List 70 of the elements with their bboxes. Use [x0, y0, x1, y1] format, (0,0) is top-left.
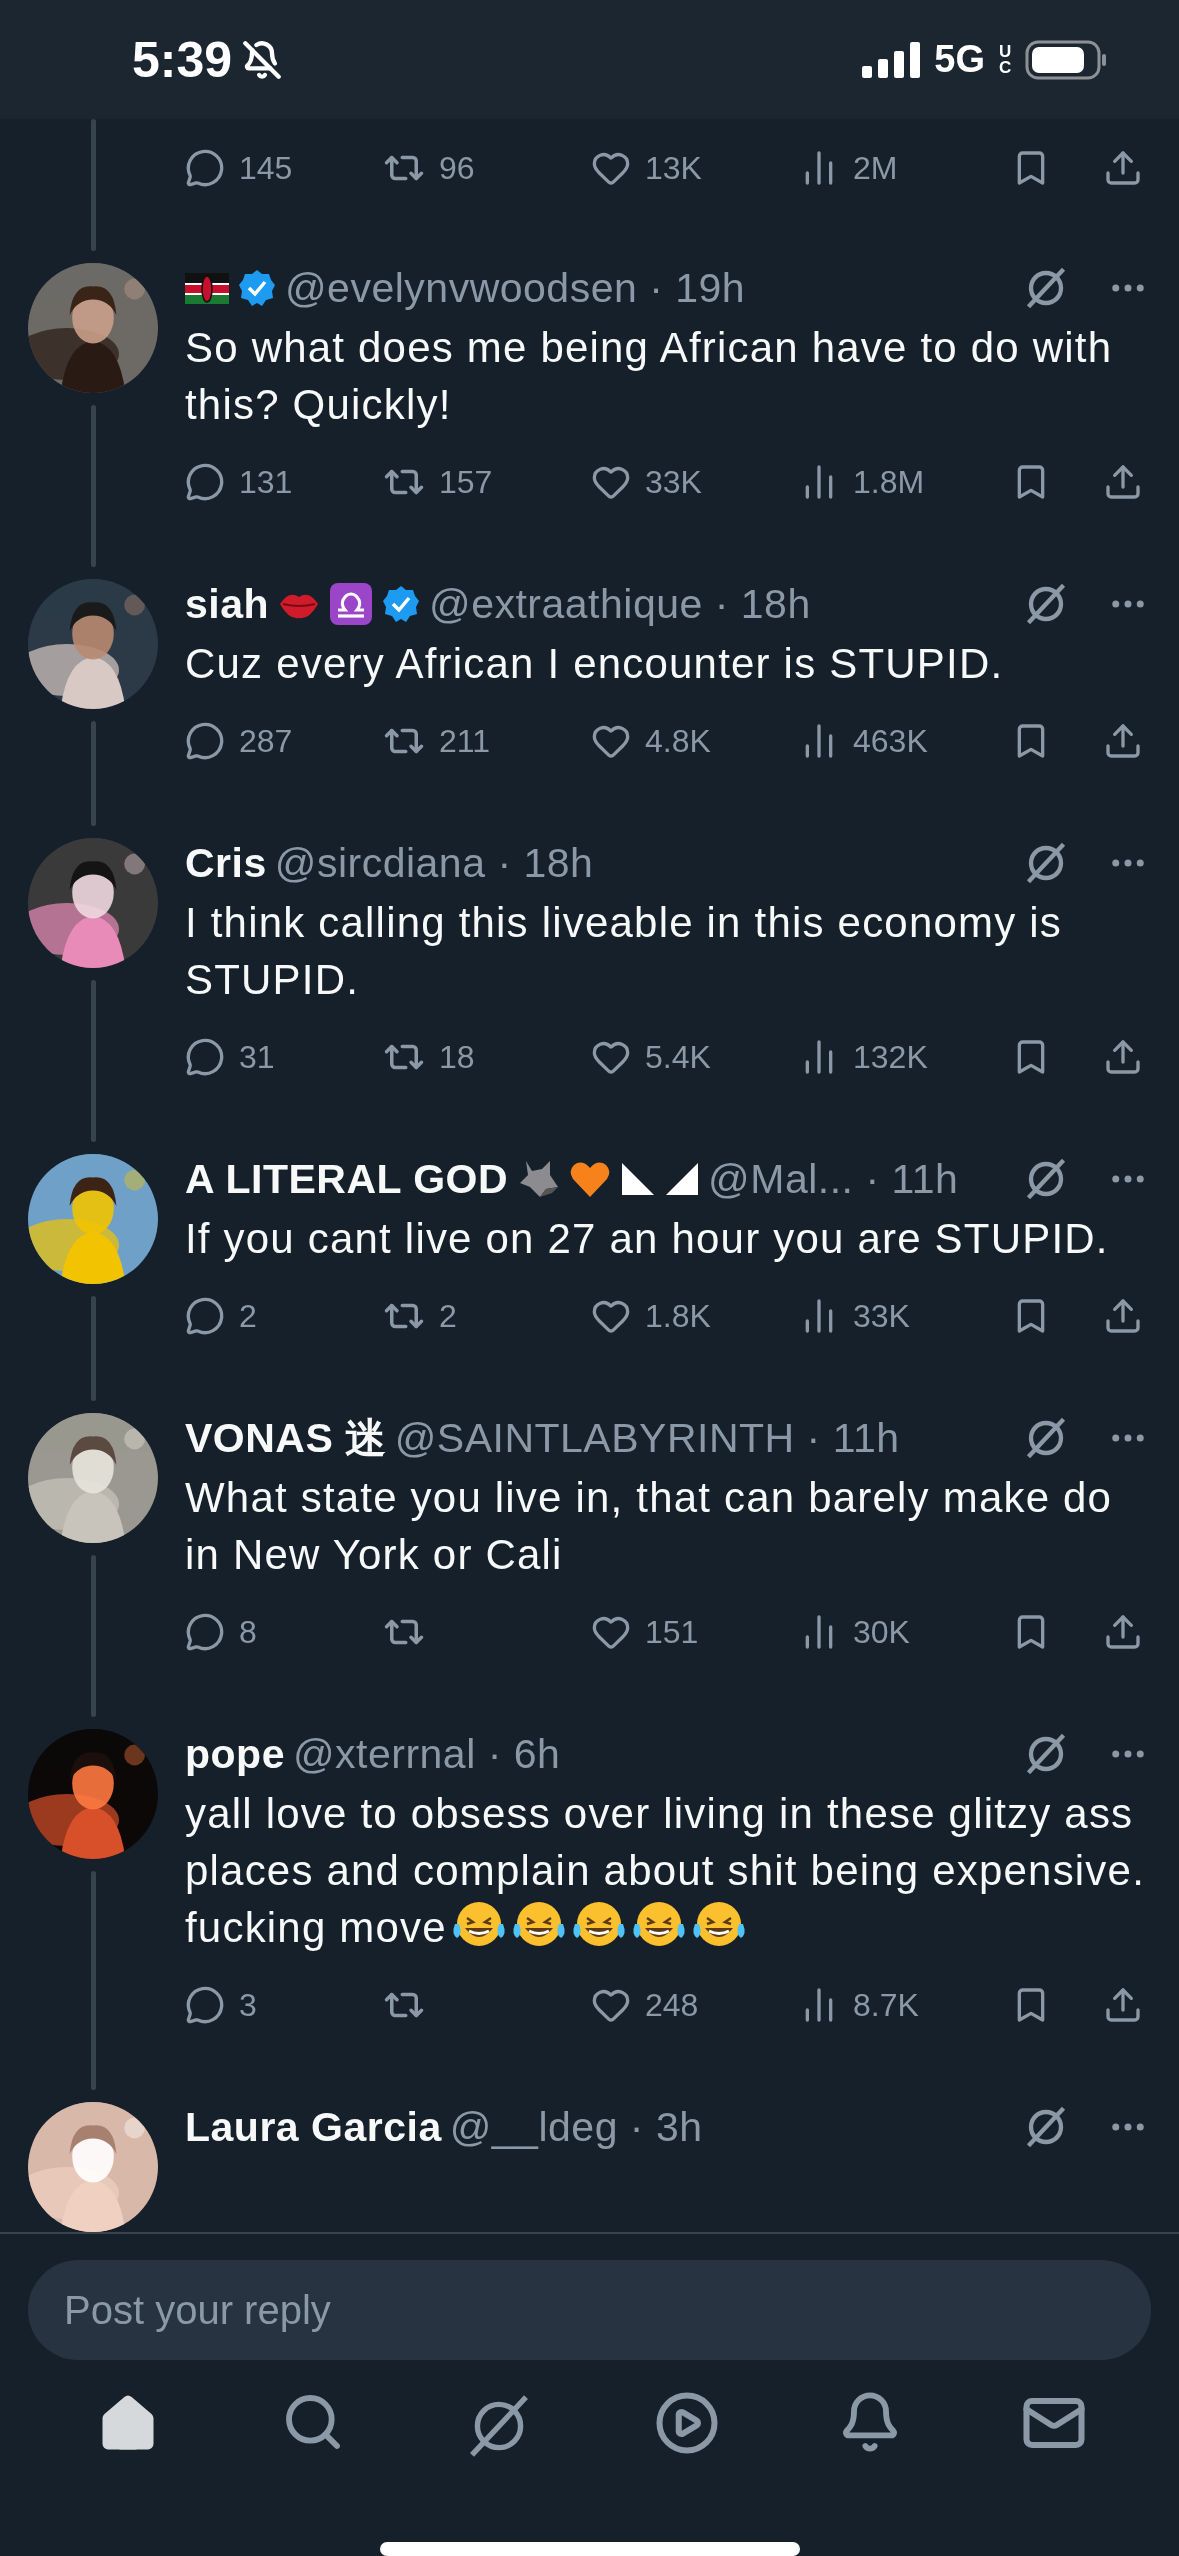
- view-count: 1.8M: [853, 463, 925, 501]
- handle-and-time: @sircdiana · 18h: [274, 839, 594, 887]
- reply-text: yall love to obsess over living in these glitzy ass places and complain about shit being expensive. fucking move: [185, 1789, 1146, 1953]
- handle-and-time: @SAINTLABYRINTH · 11h: [394, 1414, 900, 1462]
- reply-input-field[interactable]: Post your reply: [28, 2260, 1151, 2360]
- share-button[interactable]: [1103, 1985, 1143, 2025]
- like-count: 4.8K: [645, 722, 711, 760]
- like-count: 5.4K: [645, 1038, 711, 1076]
- handle-and-time: @xterrnal · 6h: [292, 1730, 561, 1778]
- reply-count: 3: [239, 1986, 257, 2024]
- reply-button[interactable]: [185, 1037, 225, 1077]
- share-button[interactable]: [1103, 721, 1143, 761]
- reply-text: Cuz every African I encounter is STUPID.: [185, 639, 1005, 689]
- signal-icon: [862, 41, 921, 78]
- triangle-icon: [620, 1161, 657, 1197]
- display-name: Cris: [185, 839, 267, 887]
- display-name: siah: [185, 580, 270, 628]
- display-name: pope: [185, 1730, 285, 1778]
- reply-text: So what does me being African have to do with this? Quickly!: [185, 323, 1114, 430]
- repost-count: 2: [439, 1297, 457, 1335]
- view-count: 132K: [853, 1038, 928, 1076]
- reply-button[interactable]: [185, 1612, 225, 1652]
- reply-count: 145: [239, 149, 293, 187]
- reply-button[interactable]: [185, 1985, 225, 2025]
- reply-count: 287: [239, 722, 293, 760]
- triangle-icon: [664, 1161, 701, 1197]
- flag-icon: [185, 271, 229, 305]
- reply-text: What state you live in, that can barely make do in New York or Cali: [185, 1473, 1114, 1580]
- reply-button[interactable]: [185, 148, 225, 188]
- silent-bell-icon: [242, 39, 283, 80]
- reply-button[interactable]: [185, 721, 225, 761]
- network-label: 5G: [934, 38, 985, 81]
- like-count: 13K: [645, 149, 702, 187]
- handle-and-time: @__ldeg · 3h: [449, 2103, 703, 2151]
- like-count: 151: [645, 1613, 699, 1651]
- display-name: A LITERAL GOD: [185, 1155, 509, 1203]
- network-sublabel: UC: [999, 44, 1011, 75]
- view-count: 30K: [853, 1613, 910, 1651]
- like-count: 1.8K: [645, 1297, 711, 1335]
- share-button[interactable]: [1103, 1612, 1143, 1652]
- like-count: 33K: [645, 463, 702, 501]
- repost-count: 211: [439, 722, 490, 760]
- repost-count: 18: [439, 1038, 475, 1076]
- view-count: 33K: [853, 1297, 910, 1335]
- display-name: Laura Garcia: [185, 2103, 442, 2151]
- reply-button[interactable]: [185, 1296, 225, 1336]
- reply-text: I think calling this liveable in this economy is STUPID.: [185, 898, 1063, 1005]
- reply-count: 2: [239, 1297, 257, 1335]
- reply-count: 31: [239, 1038, 275, 1076]
- share-button[interactable]: [1103, 148, 1143, 188]
- repost-count: 96: [439, 149, 475, 187]
- share-button[interactable]: [1103, 1037, 1143, 1077]
- handle-and-time: @evelynvwoodsen · 19h: [285, 264, 746, 312]
- share-button[interactable]: [1103, 1296, 1143, 1336]
- handle-and-time: @Mal... · 11h: [708, 1155, 959, 1203]
- clock: 5:39: [132, 30, 233, 89]
- repost-count: 157: [439, 463, 493, 501]
- view-count: 8.7K: [853, 1986, 919, 2024]
- reply-count: 8: [239, 1613, 257, 1651]
- view-count: 463K: [853, 722, 928, 760]
- libra-icon: [329, 582, 374, 626]
- share-button[interactable]: [1103, 462, 1143, 502]
- handle-and-time: @extraathique · 18h: [429, 580, 811, 628]
- reply-count: 131: [239, 463, 293, 501]
- display-name: VONAS 迷: [185, 1413, 387, 1463]
- view-count: 2M: [853, 149, 898, 187]
- like-count: 248: [645, 1986, 699, 2024]
- reply-text: If you cant live on 27 an hour you are STUPID.: [185, 1214, 1110, 1264]
- battery-icon: [1025, 39, 1107, 80]
- reply-button[interactable]: [185, 462, 225, 502]
